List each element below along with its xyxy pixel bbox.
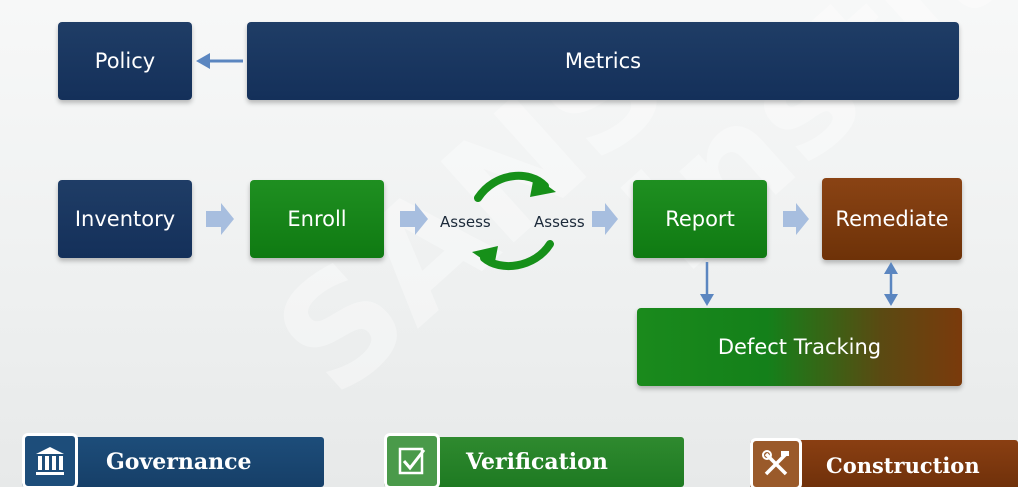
legend-verification-label: Verification [466,449,608,475]
report-to-defect-arrow [700,262,714,306]
assess-to-report-arrow [592,203,618,235]
metrics-to-policy-arrow [196,53,243,69]
tools-icon [750,438,802,487]
legend-governance: Governance [22,433,324,487]
legend-verification: Verification [384,433,684,487]
checkbox-icon [384,433,440,487]
legend-governance-label: Governance [106,449,252,475]
cycle-arrow-bottom-head [472,246,498,267]
connectors [196,53,898,306]
inventory-to-enroll-arrow [206,203,234,235]
remediate-defect-double-arrow [884,262,898,306]
building-columns-icon [22,433,78,487]
diagram: SANS Institute, A Policy Metrics Invento… [0,0,1018,487]
legend-construction: Construction [750,438,1018,487]
report-to-remediate-arrow [783,203,809,235]
legend-construction-label: Construction [826,452,980,478]
enroll-to-assess-arrow [400,203,428,235]
